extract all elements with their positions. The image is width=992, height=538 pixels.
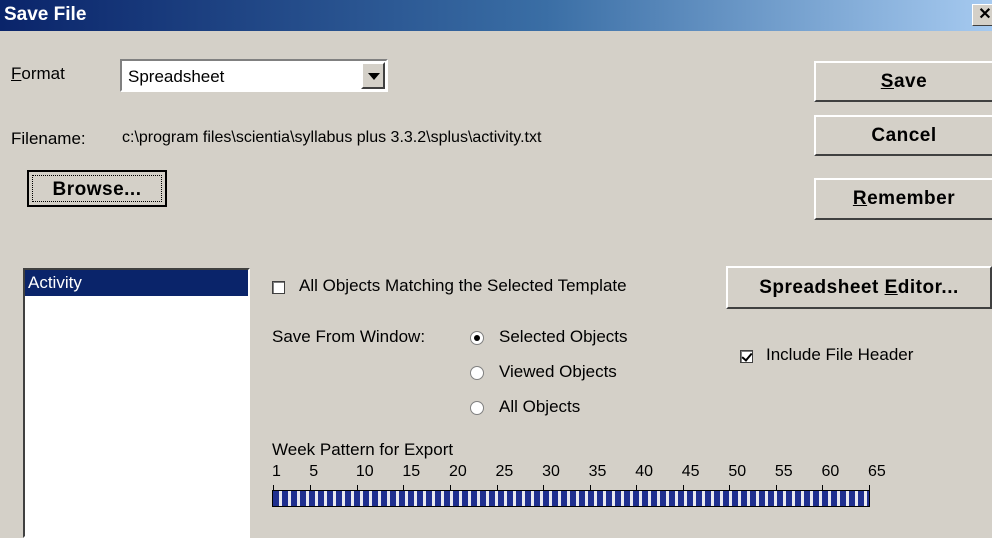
radio-selected-objects-label: Selected Objects: [499, 327, 628, 346]
remember-button[interactable]: Remember: [814, 178, 992, 220]
week-tick-label: 55: [774, 463, 793, 480]
close-button[interactable]: ✕: [972, 4, 992, 26]
week-pattern-bar[interactable]: [272, 490, 870, 507]
week-tick-label: 15: [402, 463, 421, 480]
window-title: Save File: [4, 4, 87, 25]
filename-label: Filename:: [11, 129, 86, 148]
title-bar: Save File ✕: [0, 0, 992, 31]
all-objects-matching-checkbox[interactable]: [272, 281, 285, 294]
template-list[interactable]: Activity: [23, 268, 250, 538]
week-tick-label: 30: [542, 463, 560, 480]
week-tick-label: 65: [868, 463, 886, 480]
radio-viewed-objects[interactable]: [470, 366, 484, 380]
browse-button[interactable]: Browse...: [27, 170, 167, 207]
format-select-value: Spreadsheet: [128, 67, 225, 86]
radio-all-objects[interactable]: [470, 401, 484, 415]
week-tick-label: 60: [821, 463, 840, 480]
radio-selected-objects[interactable]: [470, 331, 484, 345]
list-item[interactable]: Activity: [25, 270, 248, 296]
week-tick-label: 45: [681, 463, 700, 480]
all-objects-matching-label: All Objects Matching the Selected Templa…: [299, 276, 627, 295]
browse-label: Browse...: [32, 175, 162, 202]
week-tick-label: 50: [728, 463, 747, 480]
cancel-button[interactable]: Cancel: [814, 115, 992, 156]
spreadsheet-editor-button[interactable]: Spreadsheet Editor...: [726, 266, 992, 309]
week-tick-label: 35: [588, 463, 607, 480]
close-icon: ✕: [978, 6, 992, 23]
radio-all-objects-label: All Objects: [499, 397, 581, 416]
week-tick-label: 10: [355, 463, 374, 480]
format-select[interactable]: Spreadsheet: [120, 59, 388, 92]
save-button[interactable]: Save: [814, 61, 992, 102]
chevron-down-icon[interactable]: [361, 62, 385, 89]
include-file-header-label: Include File Header: [766, 345, 914, 364]
format-label: Format: [11, 64, 65, 83]
save-from-window-label: Save From Window:: [272, 327, 426, 346]
week-tick-label: 40: [635, 463, 653, 480]
week-pattern-label: Week Pattern for Export: [272, 440, 454, 459]
week-tick-label: 20: [448, 463, 467, 480]
include-file-header-checkbox[interactable]: [740, 350, 753, 363]
filename-value: c:\program files\scientia\syllabus plus …: [122, 129, 542, 146]
week-tick-label: 25: [495, 463, 514, 480]
week-tick-label: 1: [272, 463, 281, 480]
radio-viewed-objects-label: Viewed Objects: [499, 362, 617, 381]
week-tick-label: 5: [309, 463, 319, 480]
